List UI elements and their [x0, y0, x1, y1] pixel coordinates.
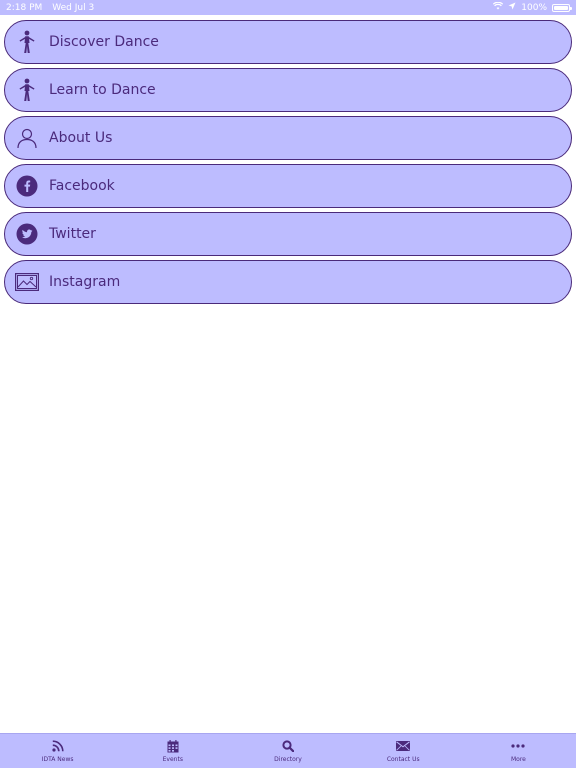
menu-item-facebook[interactable]: Facebook [4, 164, 572, 208]
tab-bar: IDTA News Events Directory Contact Us Mo… [0, 733, 576, 768]
menu-item-instagram[interactable]: Instagram [4, 260, 572, 304]
menu-item-label: Facebook [49, 178, 115, 194]
tab-directory[interactable]: Directory [230, 734, 345, 768]
tab-label: Directory [274, 756, 302, 763]
tab-events[interactable]: Events [115, 734, 230, 768]
menu-item-twitter[interactable]: Twitter [4, 212, 572, 256]
menu-item-discover-dance[interactable]: Discover Dance [4, 20, 572, 64]
menu-item-about-us[interactable]: About Us [4, 116, 572, 160]
mail-icon [396, 739, 411, 753]
tab-more[interactable]: More [461, 734, 576, 768]
tab-label: IDTA News [41, 756, 74, 763]
location-arrow-icon [508, 2, 516, 13]
twitter-icon [15, 222, 39, 246]
menu-item-label: Instagram [49, 274, 121, 290]
menu-item-learn-to-dance[interactable]: Learn to Dance [4, 68, 572, 112]
person-walking-icon [15, 78, 39, 102]
wifi-icon [493, 1, 504, 13]
tab-label: Events [162, 756, 183, 763]
menu-item-label: About Us [49, 130, 113, 146]
main-menu: Discover Dance Learn to Dance About Us F… [4, 20, 572, 308]
battery-icon [552, 3, 572, 12]
status-bar: 2:18 PM Wed Jul 3 100% [0, 0, 576, 15]
menu-item-label: Twitter [49, 226, 96, 242]
status-time: 2:18 PM [6, 2, 43, 13]
image-icon [15, 270, 39, 294]
tab-label: More [510, 756, 526, 763]
battery-percent: 100% [521, 2, 547, 13]
tab-label: Contact Us [386, 756, 420, 763]
tab-idta-news[interactable]: IDTA News [0, 734, 115, 768]
tab-contact-us[interactable]: Contact Us [346, 734, 461, 768]
rss-icon [51, 739, 65, 753]
facebook-icon [15, 174, 39, 198]
status-date: Wed Jul 3 [52, 2, 95, 13]
more-icon [511, 739, 526, 753]
menu-item-label: Learn to Dance [49, 82, 156, 98]
search-icon [281, 739, 295, 753]
person-outline-icon [15, 126, 39, 150]
menu-item-label: Discover Dance [49, 34, 159, 50]
calendar-icon [166, 739, 180, 753]
person-walking-icon [15, 30, 39, 54]
